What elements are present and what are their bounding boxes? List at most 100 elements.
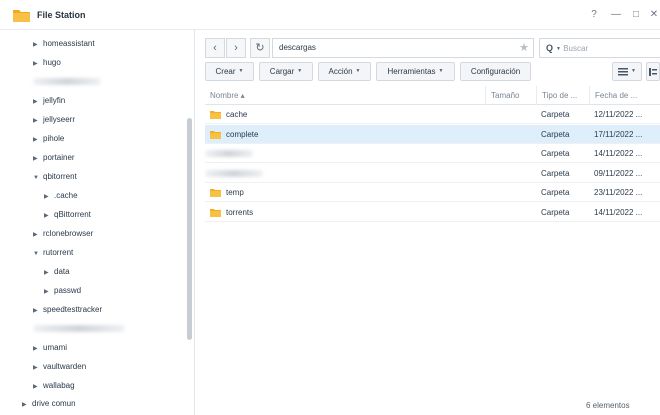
sidebar-item-redacted[interactable]	[33, 320, 125, 338]
herramientas-label: Herramientas	[387, 67, 436, 76]
herramientas-button[interactable]: Herramientas ▼	[376, 62, 455, 81]
cargar-label: Cargar	[269, 67, 295, 76]
collapsed-arrow-icon[interactable]: ▶	[33, 150, 43, 168]
forward-button[interactable]: ›	[226, 38, 246, 58]
cargar-button[interactable]: Cargar ▼	[259, 62, 313, 81]
sidebar-item[interactable]: ▶ jellyfin	[33, 92, 65, 110]
help-icon[interactable]: ?	[588, 9, 600, 21]
chevron-left-icon: ‹	[213, 42, 217, 54]
sidebar-item-label: qBittorrent	[54, 210, 91, 219]
collapsed-arrow-icon[interactable]: ▶	[44, 207, 54, 225]
column-type[interactable]: Tipo de ...	[536, 86, 589, 105]
minimize-icon[interactable]: —	[610, 9, 622, 21]
sidebar-item[interactable]: ▶ homeassistant	[33, 35, 95, 53]
close-icon[interactable]: ✕	[648, 9, 660, 21]
crear-button[interactable]: Crear ▼	[205, 62, 254, 81]
file-size	[490, 164, 535, 183]
collapsed-arrow-icon[interactable]: ▶	[33, 93, 43, 111]
configuracion-label: Configuración	[470, 67, 521, 76]
collapsed-arrow-icon[interactable]: ▶	[33, 112, 43, 130]
redacted-name	[205, 150, 253, 157]
file-date: 09/11/2022 ...	[594, 168, 643, 178]
sidebar-item-label: drive comun	[32, 399, 76, 408]
file-date: 12/11/2022 ...	[594, 110, 643, 119]
collapsed-arrow-icon[interactable]: ▶	[33, 359, 43, 377]
collapsed-arrow-icon[interactable]: ▶	[44, 264, 54, 282]
sidebar-item[interactable]: ▼ qbitorrent	[33, 168, 77, 186]
redacted-label	[33, 325, 125, 333]
sidebar-item[interactable]: ▶ data	[44, 263, 70, 281]
sidebar-item[interactable]: ▶ hugo	[33, 54, 61, 72]
expanded-arrow-icon[interactable]: ▼	[33, 169, 43, 187]
window-title: File Station	[37, 10, 86, 20]
sidebar-item[interactable]: ▶ speedtesttracker	[33, 301, 102, 319]
collapsed-arrow-icon[interactable]: ▶	[44, 283, 54, 301]
collapsed-arrow-icon[interactable]: ▶	[33, 340, 43, 358]
table-row[interactable]: Carpeta 14/11/2022 ...	[205, 144, 660, 163]
file-name: complete	[226, 129, 259, 139]
sidebar-item-label: jellyseerr	[43, 115, 76, 124]
redacted-label	[33, 78, 101, 86]
collapsed-arrow-icon[interactable]: ▶	[33, 55, 43, 73]
refresh-button[interactable]: ↻	[250, 38, 270, 58]
collapsed-arrow-icon[interactable]: ▶	[33, 131, 43, 149]
table-row[interactable]: torrents Carpeta 14/11/2022 ...	[205, 203, 660, 222]
file-type: Carpeta	[541, 168, 570, 178]
expanded-arrow-icon[interactable]: ▼	[33, 245, 43, 263]
star-icon[interactable]: ★	[519, 39, 529, 57]
file-type: Carpeta	[541, 129, 570, 139]
sidebar-item[interactable]: ▶ wallabag	[33, 377, 75, 395]
sidebar-item[interactable]: ▶ qBittorrent	[44, 206, 91, 224]
configuracion-button[interactable]: Configuración	[460, 62, 531, 81]
sidebar-item[interactable]: ▶ .cache	[44, 187, 78, 205]
refresh-icon: ↻	[255, 42, 265, 54]
collapsed-arrow-icon[interactable]: ▶	[33, 36, 43, 54]
chevron-down-icon: ▼	[238, 68, 244, 75]
maximize-icon[interactable]: □	[630, 9, 642, 21]
table-row[interactable]: cache Carpeta 12/11/2022 ...	[205, 105, 660, 124]
sidebar-item[interactable]: ▶ vaultwarden	[33, 358, 86, 376]
search-icon: Q	[546, 43, 554, 53]
view-mode-button[interactable]: ▼	[612, 62, 642, 81]
redacted-name	[205, 169, 263, 177]
collapsed-arrow-icon[interactable]: ▶	[44, 188, 54, 206]
sidebar-item[interactable]: ▼ rutorrent	[33, 244, 73, 262]
sidebar-item-label: jellyfin	[43, 96, 66, 105]
sidebar-scrollbar[interactable]	[187, 118, 192, 340]
sidebar-item[interactable]: ▶ pihole	[33, 130, 64, 148]
collapsed-arrow-icon[interactable]: ▶	[33, 302, 43, 320]
panel-toggle-button[interactable]	[646, 62, 660, 81]
column-size[interactable]: Tamaño	[485, 86, 536, 105]
search-input[interactable]	[563, 44, 654, 53]
path-field[interactable]: descargas ★	[272, 38, 534, 58]
collapsed-arrow-icon[interactable]: ▶	[22, 396, 32, 414]
collapsed-arrow-icon[interactable]: ▶	[33, 226, 43, 244]
file-date: 23/11/2022 ...	[594, 188, 643, 197]
table-row[interactable]: Carpeta 09/11/2022 ...	[205, 164, 660, 183]
file-type: Carpeta	[541, 207, 570, 217]
file-date: 17/11/2022 ...	[594, 129, 643, 139]
file-name: temp	[226, 188, 244, 197]
sidebar-item[interactable]: ▶ rclonebrowser	[33, 225, 93, 243]
sidebar-item[interactable]: ▶ umami	[33, 339, 67, 357]
file-size	[490, 105, 535, 124]
sidebar-item[interactable]: ▶ jellyseerr	[33, 111, 75, 129]
accion-button[interactable]: Acción ▼	[318, 62, 371, 81]
sidebar-item-label: umami	[43, 343, 68, 352]
sidebar-item-redacted[interactable]	[33, 73, 101, 91]
back-button[interactable]: ‹	[205, 38, 225, 58]
sidebar-item-label: rutorrent	[43, 248, 74, 257]
accion-label: Acción	[328, 67, 353, 76]
table-row[interactable]: temp Carpeta 23/11/2022 ...	[205, 183, 660, 202]
column-date[interactable]: Fecha de ...	[589, 86, 660, 105]
column-name[interactable]: Nombre ▴	[205, 86, 485, 105]
table-row[interactable]: complete Carpeta 17/11/2022 ...	[205, 124, 660, 144]
title-bar: File Station ? — □ ✕	[0, 0, 660, 30]
chevron-down-icon[interactable]: ▼	[556, 46, 561, 52]
sidebar-item-label: speedtesttracker	[43, 305, 103, 314]
sidebar-item[interactable]: ▶ portainer	[33, 149, 75, 167]
search-field[interactable]: Q ▼	[539, 38, 660, 58]
sidebar-item[interactable]: ▶ drive comun	[22, 395, 76, 413]
collapsed-arrow-icon[interactable]: ▶	[33, 378, 43, 396]
sidebar-item[interactable]: ▶ passwd	[44, 282, 81, 300]
